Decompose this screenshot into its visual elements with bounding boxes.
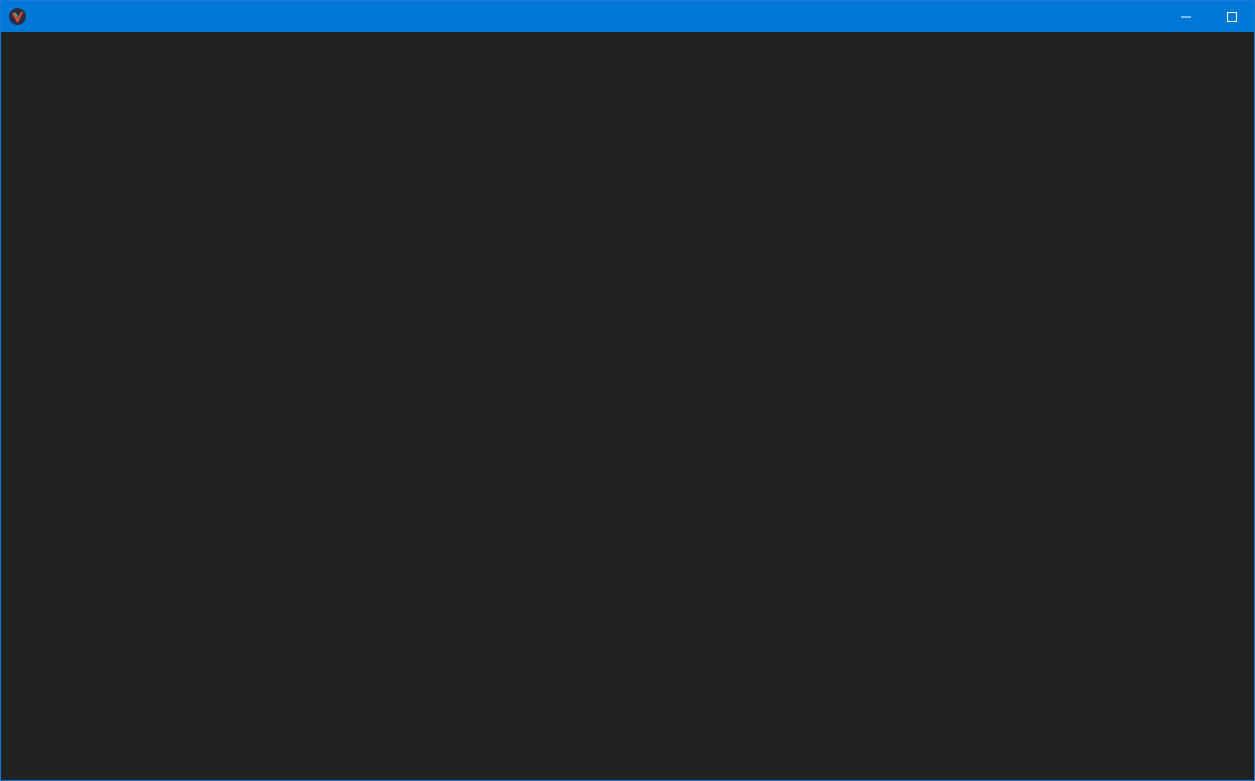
minimize-icon xyxy=(1181,16,1191,17)
app-window xyxy=(0,0,1255,781)
title-bar[interactable] xyxy=(1,1,1254,32)
modern-csv-logo-icon xyxy=(9,8,26,25)
maximize-icon xyxy=(1227,11,1237,22)
maximize-button[interactable] xyxy=(1209,1,1255,32)
minimize-button[interactable] xyxy=(1163,1,1209,32)
